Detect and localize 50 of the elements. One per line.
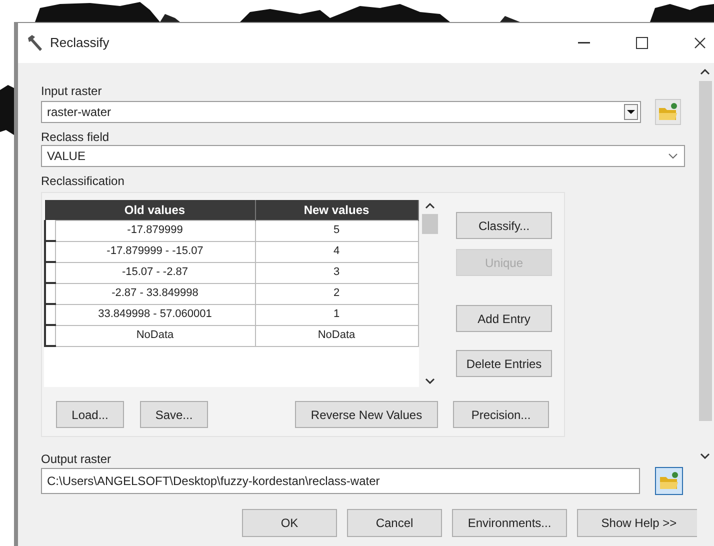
- column-header[interactable]: Old values: [55, 200, 255, 220]
- row-header[interactable]: [45, 220, 55, 241]
- column-header[interactable]: New values: [255, 200, 418, 220]
- hammer-icon: [26, 34, 44, 52]
- close-icon[interactable]: [694, 37, 706, 49]
- table-cell: 4: [255, 241, 418, 262]
- dialog-button[interactable]: OK: [242, 509, 337, 537]
- section-label: Reclassification: [41, 173, 126, 189]
- window-title: Reclassify: [50, 34, 110, 52]
- action-button[interactable]: Precision...: [453, 401, 549, 428]
- minimize-icon[interactable]: [578, 42, 590, 44]
- table-cell: -2.87 - 33.849998: [55, 283, 255, 304]
- dialog-button[interactable]: Environments...: [452, 509, 567, 537]
- action-button[interactable]: Delete Entries: [456, 350, 552, 377]
- scroll-down-icon[interactable]: [425, 378, 435, 384]
- action-button[interactable]: Add Entry: [456, 305, 552, 332]
- action-button[interactable]: Classify...: [456, 212, 552, 239]
- row-header[interactable]: [45, 262, 55, 283]
- scroll-thumb[interactable]: [699, 81, 712, 421]
- field-label: Output raster: [41, 451, 112, 467]
- row-header[interactable]: [45, 283, 55, 304]
- table-cell: -17.879999: [55, 220, 255, 241]
- dialog-button[interactable]: Cancel: [347, 509, 442, 537]
- action-button[interactable]: Reverse New Values: [295, 401, 438, 428]
- table-cell: 2: [255, 283, 418, 304]
- row-header[interactable]: [45, 325, 55, 346]
- input-raster-combo[interactable]: raster-water: [41, 101, 641, 123]
- table-cell: 33.849998 - 57.060001: [55, 304, 255, 325]
- row-header[interactable]: [45, 304, 55, 325]
- scroll-thumb[interactable]: [422, 214, 438, 234]
- table-cell: NoData: [55, 325, 255, 346]
- scroll-up-icon[interactable]: [425, 203, 435, 209]
- table-cell: 1: [255, 304, 418, 325]
- scroll-down-icon[interactable]: [700, 453, 710, 459]
- row-header[interactable]: [45, 241, 55, 262]
- reclass-field-select[interactable]: VALUE: [41, 145, 685, 167]
- chevron-down-icon[interactable]: [668, 153, 678, 159]
- output-raster-field[interactable]: C:\Users\ANGELSOFT\Desktop\fuzzy-kordestan\reclass-water: [41, 468, 640, 494]
- table-cell: NoData: [255, 325, 418, 346]
- maximize-icon[interactable]: [636, 37, 648, 49]
- scroll-up-icon[interactable]: [700, 69, 710, 75]
- folder-icon[interactable]: [655, 467, 683, 495]
- field-label: Input raster: [41, 83, 103, 99]
- field-label: Reclass field: [41, 129, 110, 145]
- action-button[interactable]: Load...: [56, 401, 124, 428]
- action-button[interactable]: Save...: [140, 401, 208, 428]
- table-cell: 3: [255, 262, 418, 283]
- table-cell: -15.07 - -2.87: [55, 262, 255, 283]
- table-cell: 5: [255, 220, 418, 241]
- table-cell: -17.879999 - -15.07: [55, 241, 255, 262]
